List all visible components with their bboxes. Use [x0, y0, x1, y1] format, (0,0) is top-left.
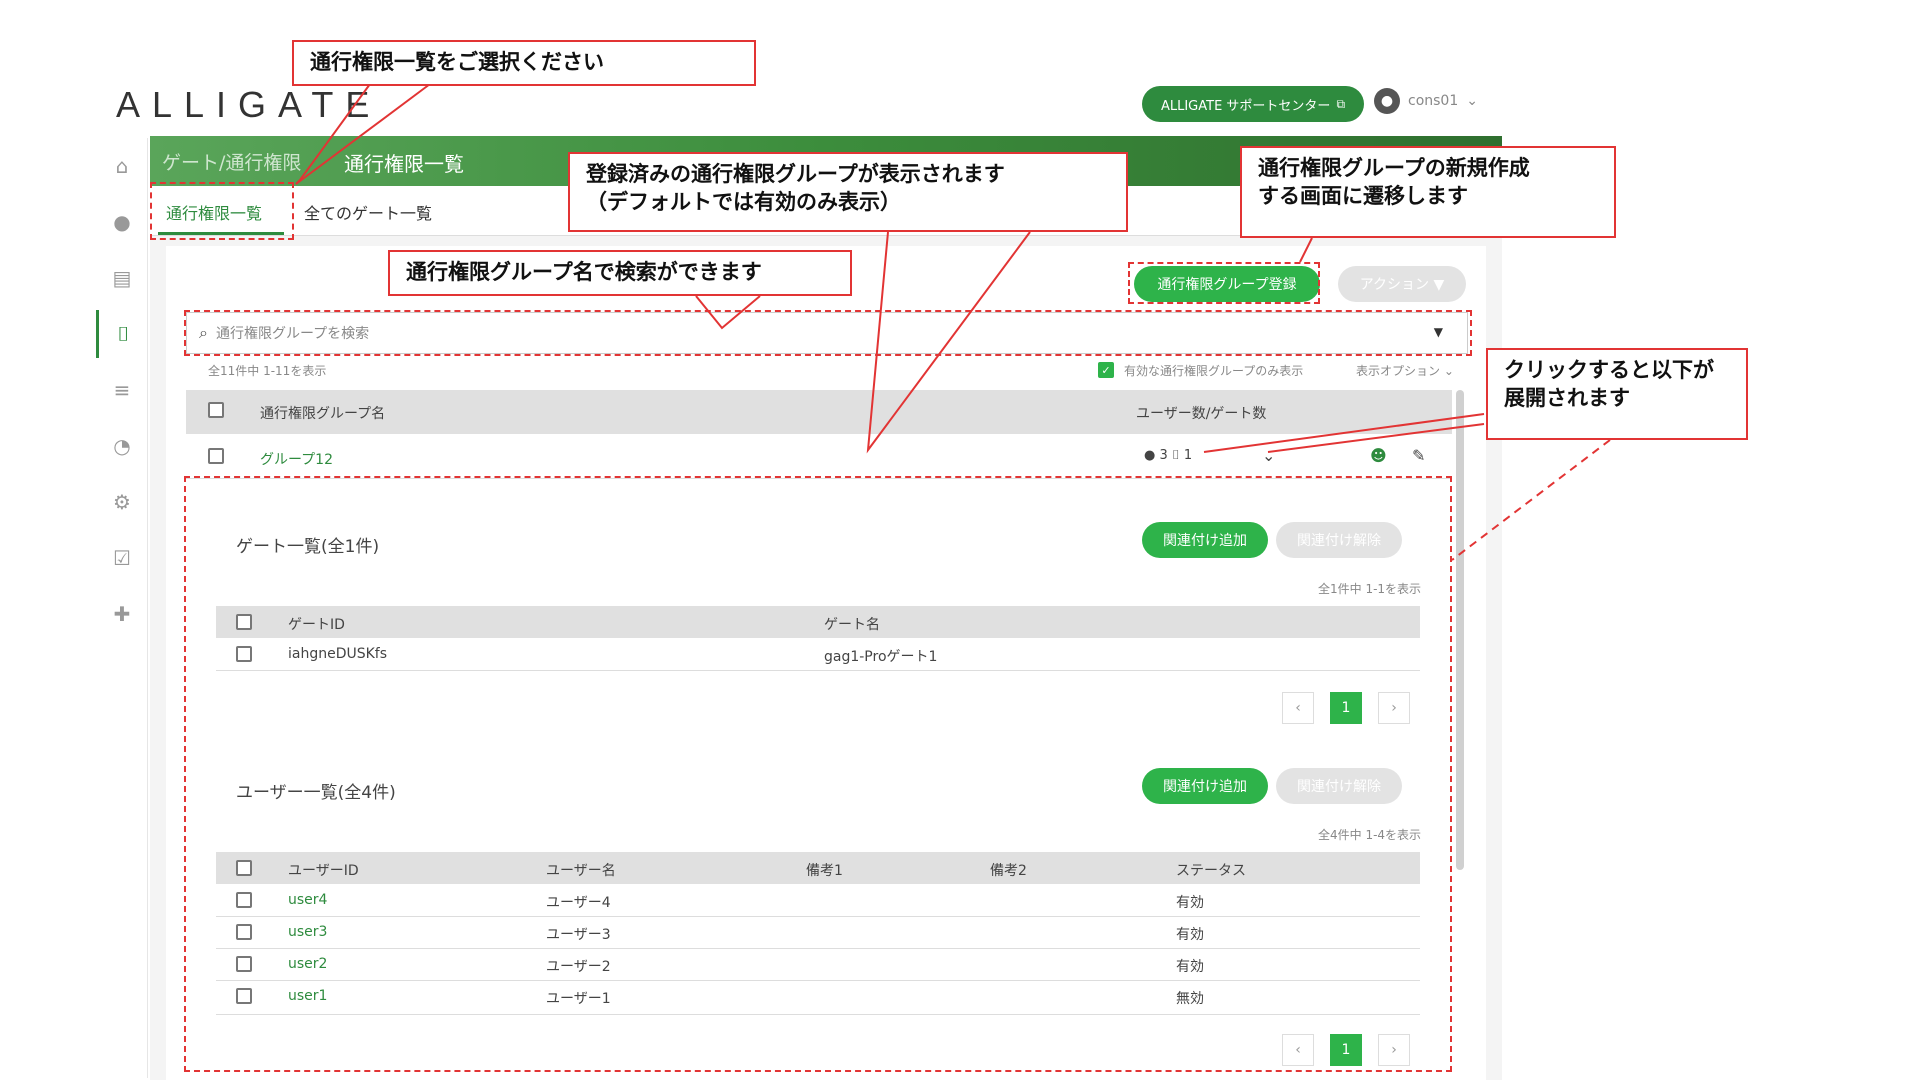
chevron-down-icon: ⌄ [1443, 364, 1454, 378]
callout-new-group-line1: 通行権限グループの新規作成 [1258, 156, 1530, 180]
count-header: ユーザー数/ゲート数 [1136, 406, 1267, 422]
list-icon[interactable]: ≡ [96, 366, 148, 414]
callout-search: 通行権限グループ名で検索ができます [388, 250, 852, 296]
callout-new-group: 通行権限グループの新規作成 する画面に遷移します [1240, 146, 1616, 238]
select-all-checkbox[interactable] [208, 402, 224, 418]
puzzle-icon[interactable]: ✚ [96, 590, 148, 638]
highlight-register [1128, 262, 1320, 304]
expand-chevron-icon[interactable]: ⌄ [1262, 446, 1275, 465]
user-menu[interactable]: ● cons01 ⌄ [1374, 88, 1478, 114]
tab-all-gates[interactable]: 全てのゲート一覧 [304, 200, 432, 224]
gate-count: 1 [1183, 448, 1193, 463]
user-avatar-icon: ● [1374, 88, 1400, 114]
person-icon[interactable]: ● [96, 198, 148, 246]
breadcrumb[interactable]: ゲート/通行権限 [162, 148, 301, 175]
callout-registered-line2: （デフォルトでは有効のみ表示） [586, 190, 901, 215]
chevron-down-icon: ⌄ [1466, 93, 1478, 109]
home-icon[interactable]: ⌂ [96, 142, 148, 190]
callout-registered-line1: 登録済みの通行権限グループが表示されます [586, 162, 1005, 186]
edit-icon[interactable]: ✎ [1412, 446, 1425, 465]
user-count: 3 [1159, 448, 1168, 463]
support-center-button[interactable]: ALLIGATE サポートセンター ⧉ [1142, 86, 1364, 122]
app-logo: ALLIGATE [116, 84, 382, 125]
group-counts: ● 3 ⌷ 1 [1144, 448, 1192, 463]
highlight-tab [150, 182, 294, 240]
group-name-link[interactable]: グループ12 [260, 449, 333, 469]
support-center-label: ALLIGATE サポートセンター [1160, 98, 1331, 114]
user-group-icon[interactable]: ☻ [1370, 446, 1387, 465]
sidebar: ⌂ ● ▤ ⌷ ≡ ◔ ⚙ ☑ ✚ [96, 138, 148, 1078]
user-clock-icon[interactable]: ◔ [96, 422, 148, 470]
highlight-expanded [184, 476, 1452, 1072]
callout-search-text: 通行権限グループ名で検索ができます [406, 260, 762, 284]
external-link-icon: ⧉ [1336, 96, 1346, 111]
id-card-icon[interactable]: ▤ [96, 254, 148, 302]
user-icon: ● [1144, 448, 1156, 463]
active-only-label: 有効な通行権限グループのみ表示 [1124, 364, 1304, 378]
display-options[interactable]: 表示オプション ⌄ [1356, 362, 1454, 379]
checkbox-icon[interactable]: ☑ [96, 534, 148, 582]
action-button[interactable]: アクション ▼ [1338, 266, 1466, 302]
callout-select-list: 通行権限一覧をご選択ください [292, 40, 756, 86]
display-options-label: 表示オプション [1356, 364, 1441, 378]
row-checkbox[interactable] [208, 448, 224, 464]
callout-new-group-line2: する画面に遷移します [1258, 184, 1468, 209]
user-name: cons01 [1408, 93, 1459, 109]
callout-registered-groups: 登録済みの通行権限グループが表示されます （デフォルトでは有効のみ表示） [568, 152, 1128, 232]
active-only-checkbox[interactable]: ✓ [1098, 362, 1114, 378]
door-icon: ⌷ [1171, 448, 1180, 463]
callout-select-list-text: 通行権限一覧をご選択ください [310, 50, 604, 74]
callout-expand-line1: クリックすると以下が [1504, 358, 1714, 382]
door-icon[interactable]: ⌷ [96, 310, 148, 358]
gear-icon[interactable]: ⚙ [96, 478, 148, 526]
group-name-header: 通行権限グループ名 [260, 406, 386, 422]
result-count: 全11件中 1-11を表示 [208, 364, 327, 378]
page-title: 通行権限一覧 [344, 152, 464, 176]
highlight-search [184, 310, 1472, 356]
callout-expand-line2: 展開されます [1504, 386, 1630, 411]
callout-expand: クリックすると以下が 展開されます [1486, 348, 1748, 440]
scrollbar[interactable] [1456, 390, 1464, 870]
